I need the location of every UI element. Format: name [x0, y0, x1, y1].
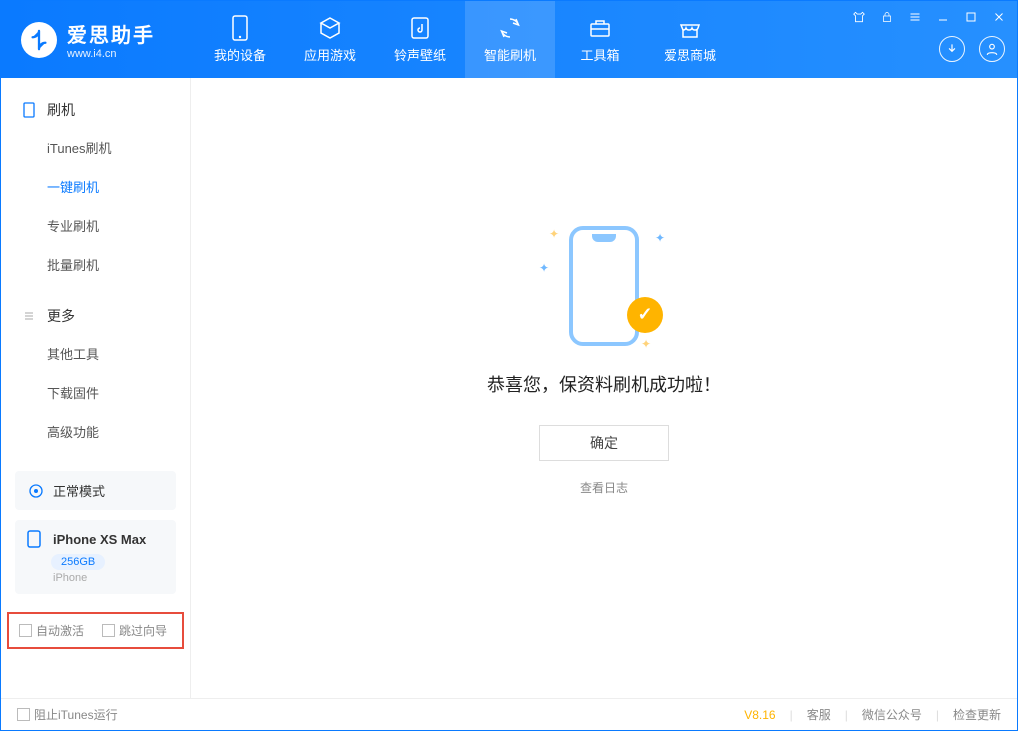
- app-subtitle: www.i4.cn: [67, 48, 155, 60]
- nav-tab-label: 应用游戏: [304, 45, 356, 64]
- device-name: iPhone XS Max: [53, 532, 146, 547]
- phone-outline-icon: [569, 226, 639, 346]
- nav-tab-label: 我的设备: [214, 45, 266, 64]
- ok-button[interactable]: 确定: [539, 425, 669, 461]
- sparkle-icon: ✦: [641, 337, 651, 351]
- sidebar-section-title: 更多: [47, 306, 75, 326]
- success-message: 恭喜您，保资料刷机成功啦！: [487, 371, 721, 397]
- nav-tab-label: 爱思商城: [664, 45, 716, 64]
- app-body: 刷机 iTunes刷机 一键刷机 专业刷机 批量刷机 更多 其他工具 下载固件 …: [1, 78, 1017, 698]
- separator: |: [790, 708, 793, 722]
- footer: 阻止iTunes运行 V8.16 | 客服 | 微信公众号 | 检查更新: [1, 698, 1017, 730]
- sidebar-section-header[interactable]: 更多: [1, 298, 190, 334]
- device-info-card[interactable]: iPhone XS Max 256GB iPhone: [15, 520, 176, 594]
- sidebar-item-itunes-flash[interactable]: iTunes刷机: [1, 128, 190, 167]
- logo-area: 爱思助手 www.i4.cn: [1, 19, 175, 60]
- checkbox-label: 跳过向导: [119, 622, 167, 639]
- checkbox-label: 阻止iTunes运行: [34, 706, 118, 723]
- window-controls: [851, 9, 1007, 25]
- check-update-link[interactable]: 检查更新: [953, 706, 1001, 723]
- nav-tab-label: 铃声壁纸: [394, 45, 446, 64]
- skin-icon[interactable]: [851, 9, 867, 25]
- sidebar-section-more: 更多 其他工具 下载固件 高级功能: [1, 298, 190, 451]
- sidebar-item-advanced[interactable]: 高级功能: [1, 412, 190, 451]
- app-title: 爱思助手: [67, 19, 155, 48]
- close-icon[interactable]: [991, 9, 1007, 25]
- separator: |: [845, 708, 848, 722]
- sidebar-item-pro-flash[interactable]: 专业刷机: [1, 206, 190, 245]
- user-icon[interactable]: [979, 36, 1005, 62]
- wechat-link[interactable]: 微信公众号: [862, 706, 922, 723]
- success-illustration: ✦ ✦ ✦ ✦ ✓: [539, 221, 669, 351]
- sidebar-item-other-tools[interactable]: 其他工具: [1, 334, 190, 373]
- sidebar-item-batch-flash[interactable]: 批量刷机: [1, 245, 190, 284]
- device-capacity-badge: 256GB: [51, 554, 105, 570]
- nav-tab-store[interactable]: 爱思商城: [645, 1, 735, 78]
- store-icon: [677, 15, 703, 41]
- sparkle-icon: ✦: [549, 227, 559, 241]
- sidebar-section-header[interactable]: 刷机: [1, 92, 190, 128]
- nav-tabs: 我的设备 应用游戏 铃声壁纸 智能刷机 工具箱 爱思商城: [195, 1, 735, 78]
- nav-tab-label: 工具箱: [580, 45, 619, 64]
- device-type: iPhone: [53, 572, 164, 584]
- checkbox-icon: [102, 624, 115, 637]
- sparkle-icon: ✦: [655, 231, 665, 245]
- sync-icon: [497, 15, 523, 41]
- check-badge-icon: ✓: [627, 297, 663, 333]
- minimize-icon[interactable]: [935, 9, 951, 25]
- menu-icon[interactable]: [907, 9, 923, 25]
- nav-tab-label: 智能刷机: [484, 45, 536, 64]
- checkbox-auto-activate[interactable]: 自动激活: [19, 622, 84, 639]
- sidebar: 刷机 iTunes刷机 一键刷机 专业刷机 批量刷机 更多 其他工具 下载固件 …: [1, 78, 191, 698]
- nav-tab-flash[interactable]: 智能刷机: [465, 1, 555, 78]
- app-header: 爱思助手 www.i4.cn 我的设备 应用游戏 铃声壁纸 智能刷机 工具箱 爱…: [1, 1, 1017, 78]
- sparkle-icon: ✦: [539, 261, 549, 275]
- lock-icon[interactable]: [879, 9, 895, 25]
- checkbox-block-itunes[interactable]: 阻止iTunes运行: [17, 706, 118, 723]
- app-logo-icon: [21, 22, 57, 58]
- checkbox-skip-guide[interactable]: 跳过向导: [102, 622, 167, 639]
- list-icon: [21, 308, 37, 324]
- device-mode-label: 正常模式: [53, 481, 105, 500]
- header-right-actions: [939, 36, 1005, 62]
- view-log-link[interactable]: 查看日志: [580, 479, 628, 496]
- sidebar-item-oneclick-flash[interactable]: 一键刷机: [1, 167, 190, 206]
- support-link[interactable]: 客服: [807, 706, 831, 723]
- version-label: V8.16: [744, 708, 775, 722]
- checkbox-label: 自动激活: [36, 622, 84, 639]
- sidebar-section-title: 刷机: [47, 100, 75, 120]
- checkbox-icon: [17, 708, 30, 721]
- sidebar-options-row: 自动激活 跳过向导: [7, 612, 184, 649]
- sidebar-section-flash: 刷机 iTunes刷机 一键刷机 专业刷机 批量刷机: [1, 92, 190, 284]
- nav-tab-tools[interactable]: 工具箱: [555, 1, 645, 78]
- footer-left: 阻止iTunes运行: [17, 706, 118, 723]
- nav-tab-device[interactable]: 我的设备: [195, 1, 285, 78]
- phone-icon: [227, 15, 253, 41]
- checkbox-icon: [19, 624, 32, 637]
- main-content: ✦ ✦ ✦ ✦ ✓ 恭喜您，保资料刷机成功啦！ 确定 查看日志: [191, 78, 1017, 698]
- separator: |: [936, 708, 939, 722]
- device-icon: [27, 530, 45, 548]
- music-file-icon: [407, 15, 433, 41]
- sidebar-item-download-firmware[interactable]: 下载固件: [1, 373, 190, 412]
- nav-tab-apps[interactable]: 应用游戏: [285, 1, 375, 78]
- normal-mode-icon: [27, 482, 45, 500]
- footer-right: V8.16 | 客服 | 微信公众号 | 检查更新: [744, 706, 1001, 723]
- maximize-icon[interactable]: [963, 9, 979, 25]
- download-icon[interactable]: [939, 36, 965, 62]
- cube-icon: [317, 15, 343, 41]
- device-mode-card[interactable]: 正常模式: [15, 471, 176, 510]
- toolbox-icon: [587, 15, 613, 41]
- phone-small-icon: [21, 102, 37, 118]
- nav-tab-ringtone[interactable]: 铃声壁纸: [375, 1, 465, 78]
